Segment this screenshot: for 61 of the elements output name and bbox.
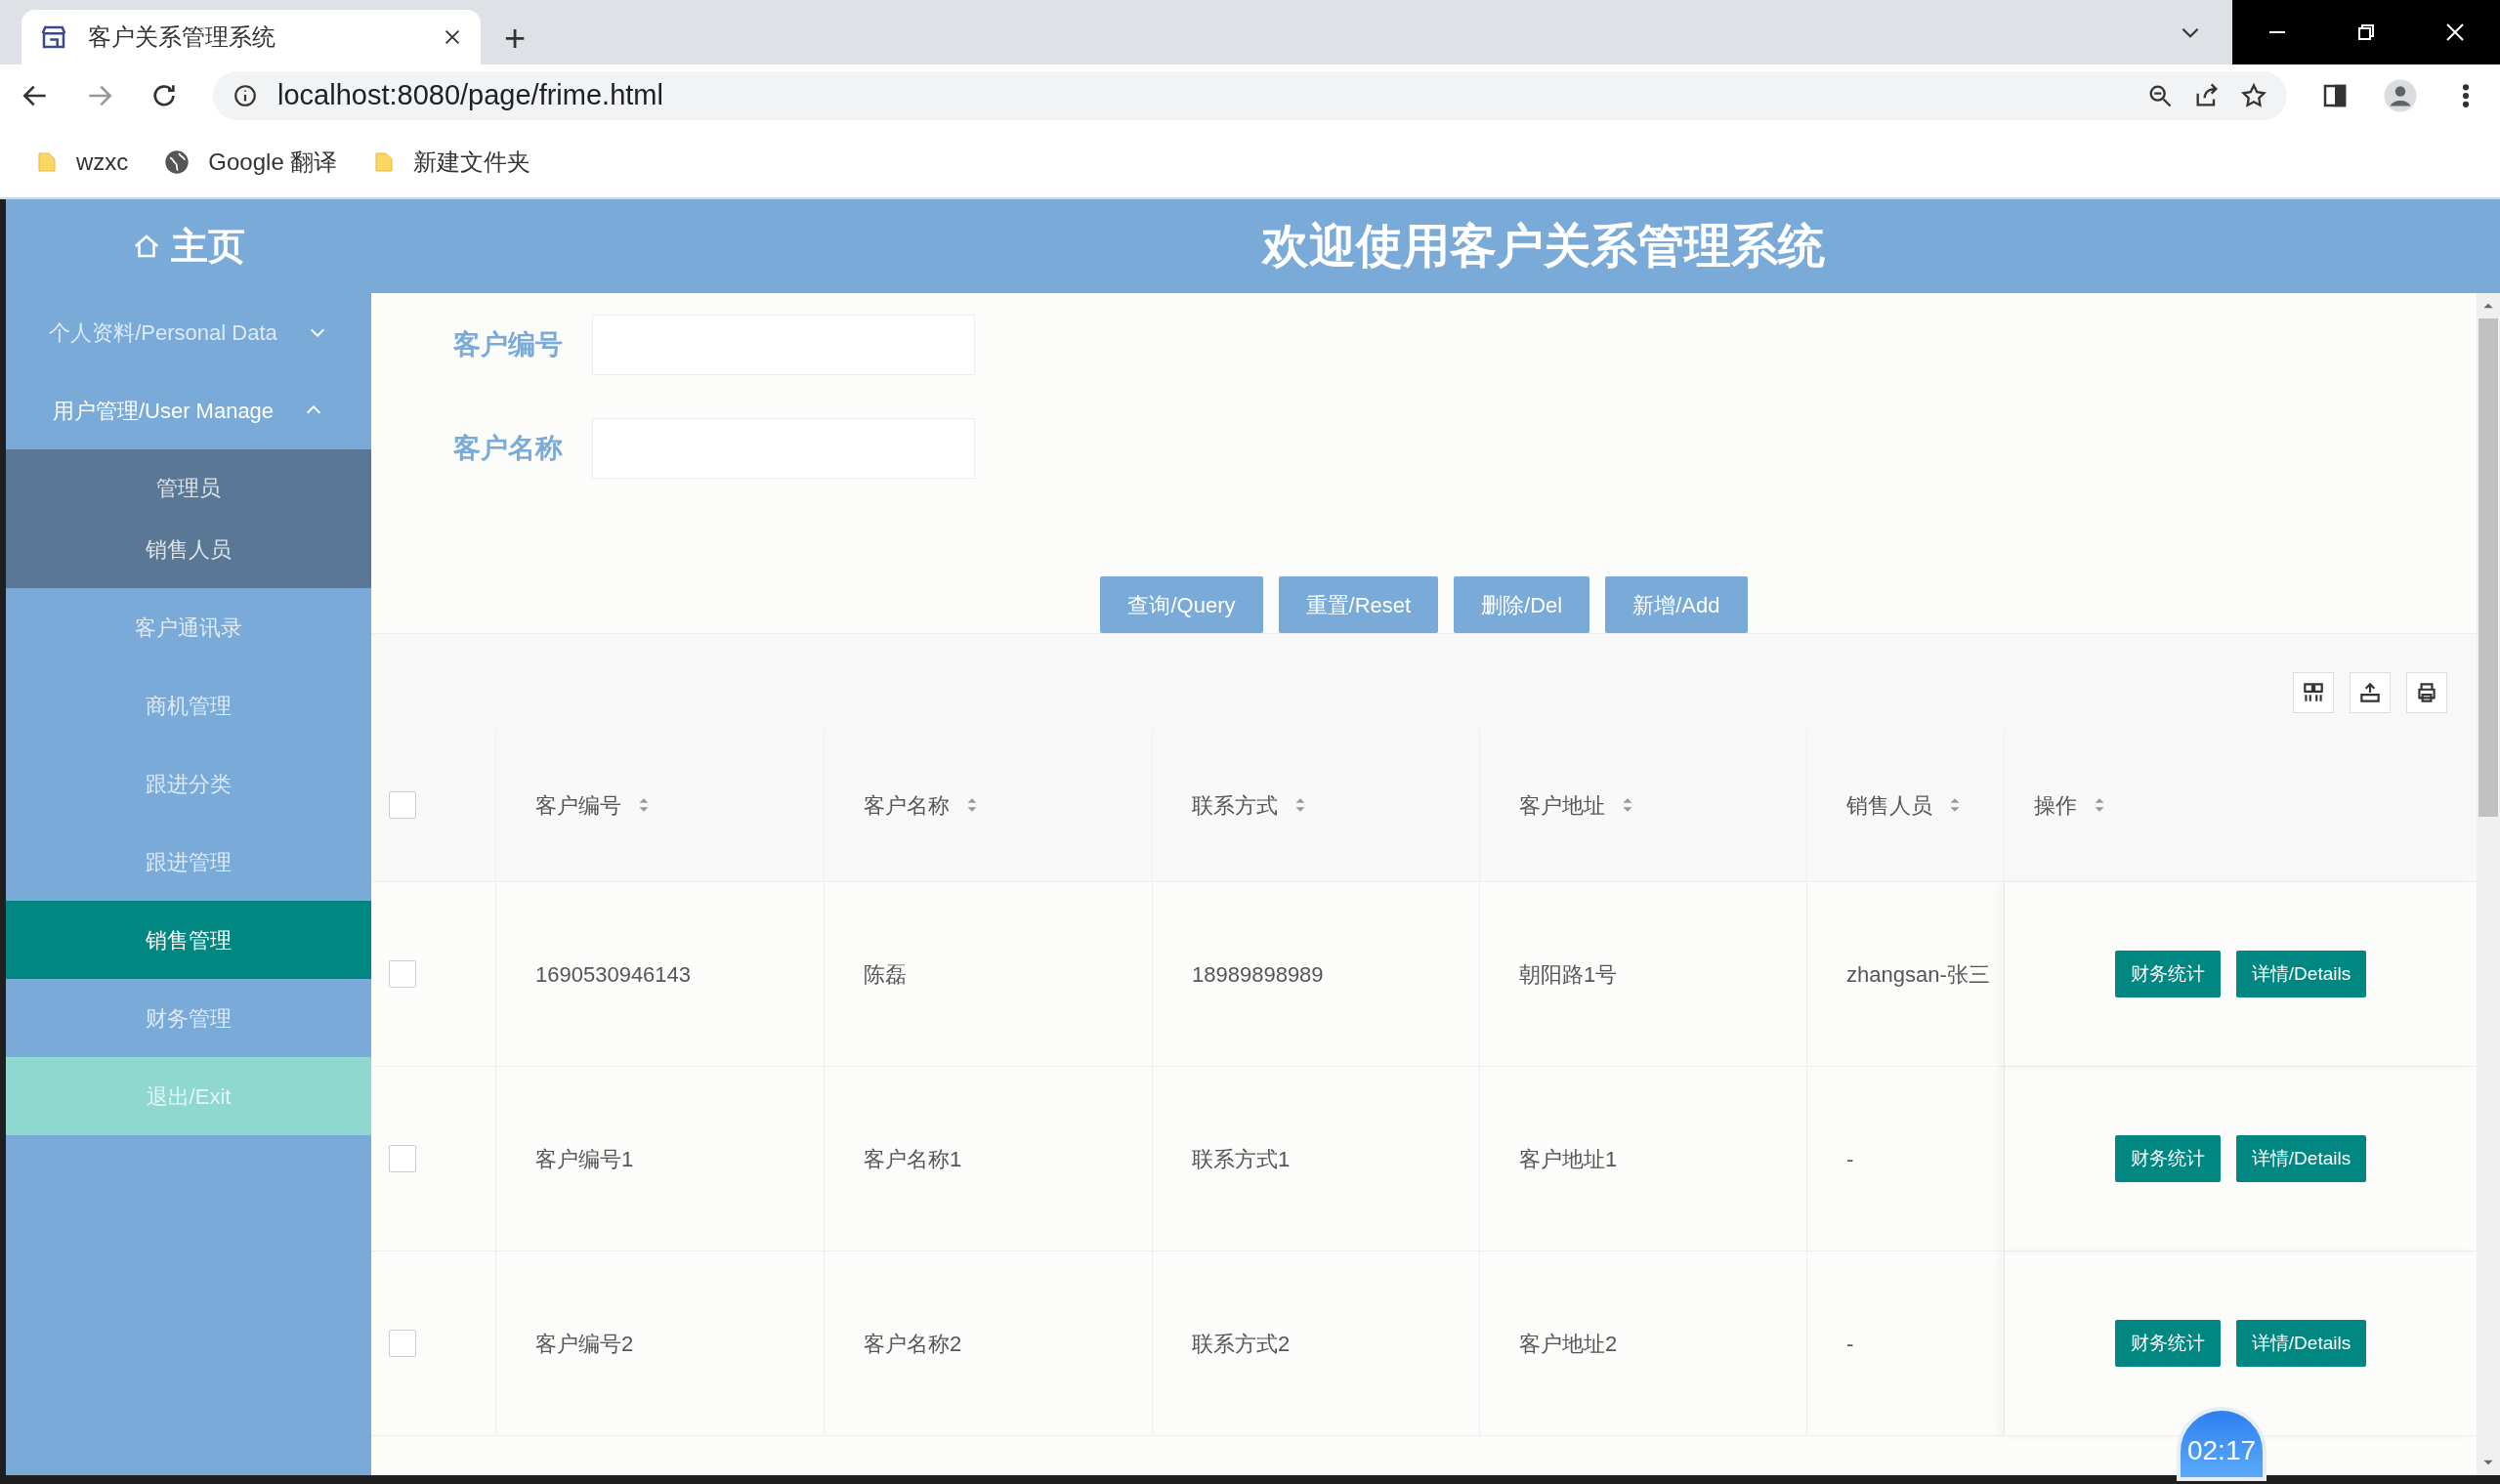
table-cell-text: 客户地址2 <box>1519 1330 1618 1358</box>
tab-title: 客户关系管理系统 <box>88 22 276 52</box>
table-cell-text: 朝阳路1号 <box>1519 960 1618 989</box>
column-header: 销售人员 <box>1846 791 1932 820</box>
table-cell-text: 1690530946143 <box>535 960 692 989</box>
select-all-checkbox[interactable] <box>389 791 416 819</box>
table-cell-text: - <box>1846 1145 1854 1173</box>
column-header: 联系方式 <box>1192 791 1278 820</box>
table-cell-text: zhangsan-张三 <box>1846 960 1990 989</box>
address-bar[interactable]: localhost:8080/page/frime.html <box>213 71 2287 120</box>
sidebar-subitem[interactable]: 销售人员 <box>6 519 371 580</box>
toolbar-button[interactable] <box>2406 672 2447 713</box>
row-action-button[interactable]: 财务统计 <box>2114 951 2221 997</box>
column-header: 客户编号 <box>535 791 621 820</box>
home-link[interactable]: 主页 <box>6 199 371 293</box>
row-action-button[interactable]: 详情/Details <box>2235 1320 2367 1367</box>
table-cell-text: - <box>1846 1330 1854 1358</box>
scrollbar-thumb[interactable] <box>2479 318 2498 817</box>
row-action-button[interactable]: 详情/Details <box>2235 951 2367 997</box>
export-icon <box>2357 680 2383 705</box>
table-cell-text: 客户编号2 <box>535 1330 634 1358</box>
row-checkbox[interactable] <box>389 1330 416 1357</box>
scrollbar[interactable] <box>2477 293 2500 1475</box>
bookmark-link[interactable]: Google 翻译 <box>163 145 338 180</box>
globe-icon <box>163 148 191 176</box>
browser-tab[interactable]: 客户关系管理系统 <box>21 10 481 64</box>
field-label: 客户名称 <box>453 432 564 465</box>
action-button[interactable]: 重置/Reset <box>1278 576 1439 633</box>
row-action-button[interactable]: 详情/Details <box>2235 1135 2367 1182</box>
table-cell-text: 联系方式1 <box>1192 1145 1291 1173</box>
url-text: localhost:8080/page/frime.html <box>277 78 664 113</box>
column-header: 客户地址 <box>1519 791 1605 820</box>
page-title: 欢迎使用客户关系管理系统 <box>1260 219 1826 274</box>
folder-icon <box>35 149 59 175</box>
table-cell-text: 18989898989 <box>1192 960 1324 989</box>
action-button[interactable]: 删除/Del <box>1454 576 1590 633</box>
row-checkbox[interactable] <box>389 1145 416 1172</box>
row-checkbox[interactable] <box>389 960 416 988</box>
profile-icon[interactable] <box>2383 78 2418 113</box>
row-action-button[interactable]: 财务统计 <box>2114 1320 2221 1367</box>
info-icon <box>233 83 258 108</box>
toolbar-button[interactable] <box>2350 672 2391 713</box>
table-cell-text: 客户地址1 <box>1519 1145 1618 1173</box>
sidebar-item[interactable]: 销售管理 <box>6 901 371 979</box>
bookmark-link[interactable]: 新建文件夹 <box>372 145 531 180</box>
table-cell-text: 客户名称1 <box>864 1145 962 1173</box>
column-header: 客户名称 <box>864 791 950 820</box>
action-button[interactable]: 新增/Add <box>1605 576 1748 633</box>
toolbar-button[interactable] <box>2293 672 2334 713</box>
table-cell-text: 联系方式2 <box>1192 1330 1291 1358</box>
table-cell-text: 客户名称2 <box>864 1330 962 1358</box>
bookmark-link[interactable]: wzxc <box>35 145 129 180</box>
table-cell-text: 陈磊 <box>864 960 907 989</box>
column-header: 操作 <box>2034 791 2077 820</box>
field-label: 客户编号 <box>453 328 564 361</box>
row-action-button[interactable]: 财务统计 <box>2114 1135 2221 1182</box>
star-icon[interactable] <box>2240 82 2267 109</box>
action-button[interactable]: 查询/Query <box>1100 576 1263 633</box>
new-tab-button[interactable]: + <box>504 20 527 57</box>
table-cell-text: 客户编号1 <box>535 1145 634 1173</box>
sidebar-subitem[interactable]: 管理员 <box>6 457 371 519</box>
